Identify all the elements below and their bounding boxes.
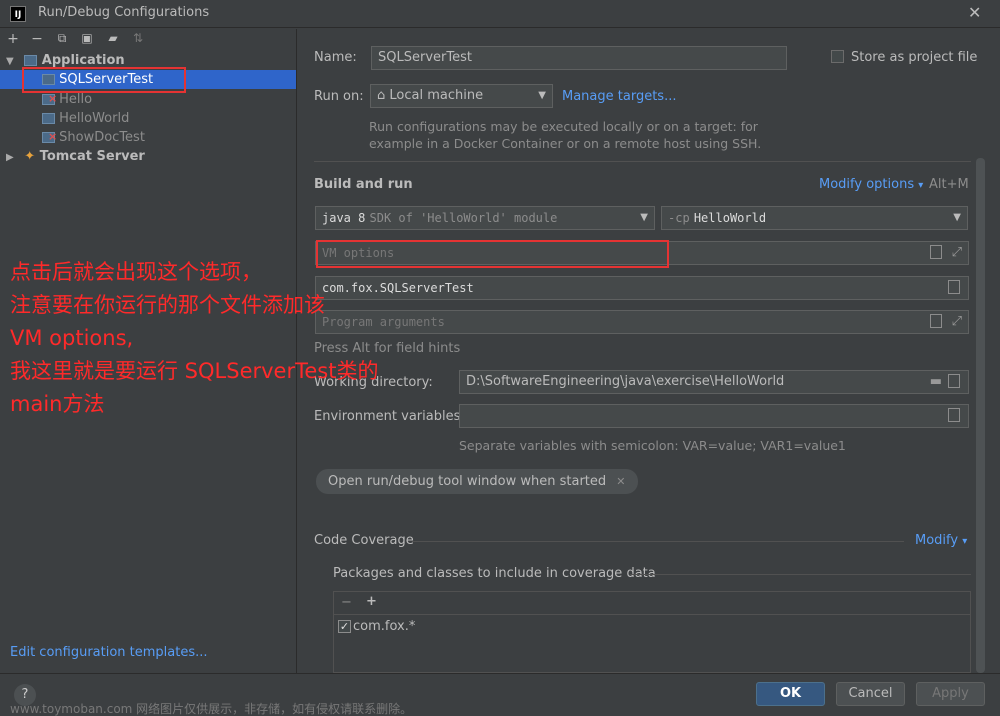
dropdown-icon: ▼ (640, 212, 648, 223)
app-icon: IJ (10, 6, 26, 22)
annotation-line: 点击后就会出现这个选项， (10, 260, 262, 284)
divider (412, 541, 904, 542)
expand-field-icon[interactable] (930, 314, 942, 328)
tree-label: Hello (59, 92, 93, 107)
tree-label: Tomcat Server (39, 149, 145, 164)
env-hint: Separate variables with semicolon: VAR=v… (459, 438, 846, 453)
store-label: Store as project file (851, 50, 978, 65)
env-vars-input[interactable] (459, 404, 969, 428)
manage-targets-link[interactable]: Manage targets... (562, 89, 676, 104)
ok-button[interactable]: OK (756, 682, 825, 706)
cp-value: HelloWorld (693, 211, 767, 225)
folder-icon[interactable]: ▬ (930, 371, 942, 393)
tree-label: HelloWorld (59, 111, 130, 126)
scrollbar[interactable] (976, 158, 985, 673)
watermark: www.toymoban.com 网络图片仅供展示，非存储，如有侵权请联系删除。 (10, 702, 413, 716)
coverage-list (333, 591, 971, 673)
run-on-value: Local machine (389, 88, 484, 103)
annotation-line: 注意要在你运行的那个文件添加该 (10, 293, 325, 317)
tree-item-helloworld[interactable]: HelloWorld (0, 109, 296, 128)
code-coverage-heading: Code Coverage (314, 533, 414, 548)
sdk-java: java 8 (322, 211, 366, 225)
sdk-select[interactable]: java 8 SDK of 'HelloWorld' module ▼ (315, 206, 655, 230)
build-and-run-heading: Build and run (314, 177, 413, 192)
sdk-desc: SDK of 'HelloWorld' module (369, 211, 558, 225)
maximize-icon[interactable]: ⤢ (952, 311, 962, 333)
folder-add-icon[interactable]: ▰ (104, 31, 122, 45)
expand-field-icon[interactable] (930, 245, 942, 259)
annotation-line: VM options, (10, 326, 134, 350)
tree-label: Application (41, 53, 125, 68)
title-bar: IJ Run/Debug Configurations ✕ (0, 0, 1000, 28)
macro-icon[interactable] (948, 374, 960, 388)
divider (314, 161, 971, 162)
add-package-icon[interactable]: + (366, 594, 377, 609)
window-title: Run/Debug Configurations (38, 5, 210, 20)
working-dir-input[interactable]: D:\SoftwareEngineering\java\exercise\Hel… (459, 370, 969, 394)
store-checkbox[interactable] (831, 50, 844, 63)
modify-shortcut: Alt+M (929, 177, 969, 192)
remove-icon[interactable]: − (28, 31, 46, 47)
tree-node-tomcat[interactable]: ▶ ✦ Tomcat Server (0, 147, 296, 166)
tree-label: ShowDocTest (59, 130, 145, 145)
tool-window-chip[interactable]: Open run/debug tool window when started … (316, 469, 638, 494)
maximize-icon[interactable]: ⤢ (952, 242, 962, 264)
run-on-hint-1: Run configurations may be executed local… (369, 119, 758, 134)
packages-label: Packages and classes to include in cover… (333, 566, 656, 581)
divider (334, 614, 970, 615)
home-icon: ⌂ (377, 88, 386, 103)
tree-item-showdoctest[interactable]: ShowDocTest (0, 127, 296, 147)
copy-icon[interactable]: ⧉ (53, 31, 71, 46)
chip-label: Open run/debug tool window when started (328, 474, 607, 489)
chip-close-icon[interactable]: ✕ (616, 475, 625, 488)
classpath-select[interactable]: -cp HelloWorld ▼ (661, 206, 968, 230)
application-icon (24, 55, 38, 66)
cancel-button[interactable]: Cancel (836, 682, 905, 706)
name-input[interactable]: SQLServerTest (371, 46, 787, 70)
browse-class-icon[interactable] (948, 280, 960, 294)
modify-options-link[interactable]: Modify options ▾ (819, 177, 923, 192)
annotation-line: main方法 (10, 392, 105, 416)
chevron-right-icon: ▶ (6, 152, 14, 163)
dropdown-icon: ▼ (538, 90, 546, 101)
cp-flag: -cp (668, 211, 690, 225)
add-icon[interactable]: + (4, 31, 22, 47)
run-on-label: Run on: (314, 89, 364, 104)
program-args-input[interactable]: Program arguments ⤢ (315, 310, 969, 334)
modify-coverage-link[interactable]: Modify ▾ (915, 533, 967, 548)
divider (0, 673, 1000, 674)
coverage-item: com.fox.* (353, 619, 416, 634)
annotation-text: 点击后就会出现这个选项， 注意要在你运行的那个文件添加该 VM options,… (10, 256, 378, 421)
chevron-down-icon: ▼ (6, 56, 14, 67)
save-icon[interactable]: ▣ (78, 31, 96, 45)
dropdown-icon: ▼ (953, 212, 961, 223)
run-on-hint-2: example in a Docker Container or on a re… (369, 136, 762, 151)
coverage-checkbox[interactable]: ✓ (338, 620, 351, 633)
main-class-input[interactable]: com.fox.SQLServerTest (315, 276, 969, 300)
tomcat-icon: ✦ (24, 149, 36, 164)
apply-button[interactable]: Apply (916, 682, 985, 706)
run-on-select[interactable]: ⌂ Local machine ▼ (370, 84, 553, 108)
sort-icon[interactable]: ⇅ (129, 31, 147, 45)
name-label: Name: (314, 50, 357, 65)
working-dir-value: D:\SoftwareEngineering\java\exercise\Hel… (466, 374, 785, 389)
config-icon (42, 113, 55, 124)
annotation-line: 我这里就是要运行 SQLServerTest类的 (10, 359, 379, 383)
tree-item-hello[interactable]: Hello (0, 89, 296, 109)
remove-icon[interactable]: − (341, 595, 352, 610)
divider (630, 574, 971, 575)
close-icon[interactable]: ✕ (968, 3, 981, 22)
config-error-icon (42, 127, 57, 146)
edit-env-icon[interactable] (948, 408, 960, 422)
config-error-icon (42, 89, 57, 108)
edit-templates-link[interactable]: Edit configuration templates... (10, 645, 208, 660)
